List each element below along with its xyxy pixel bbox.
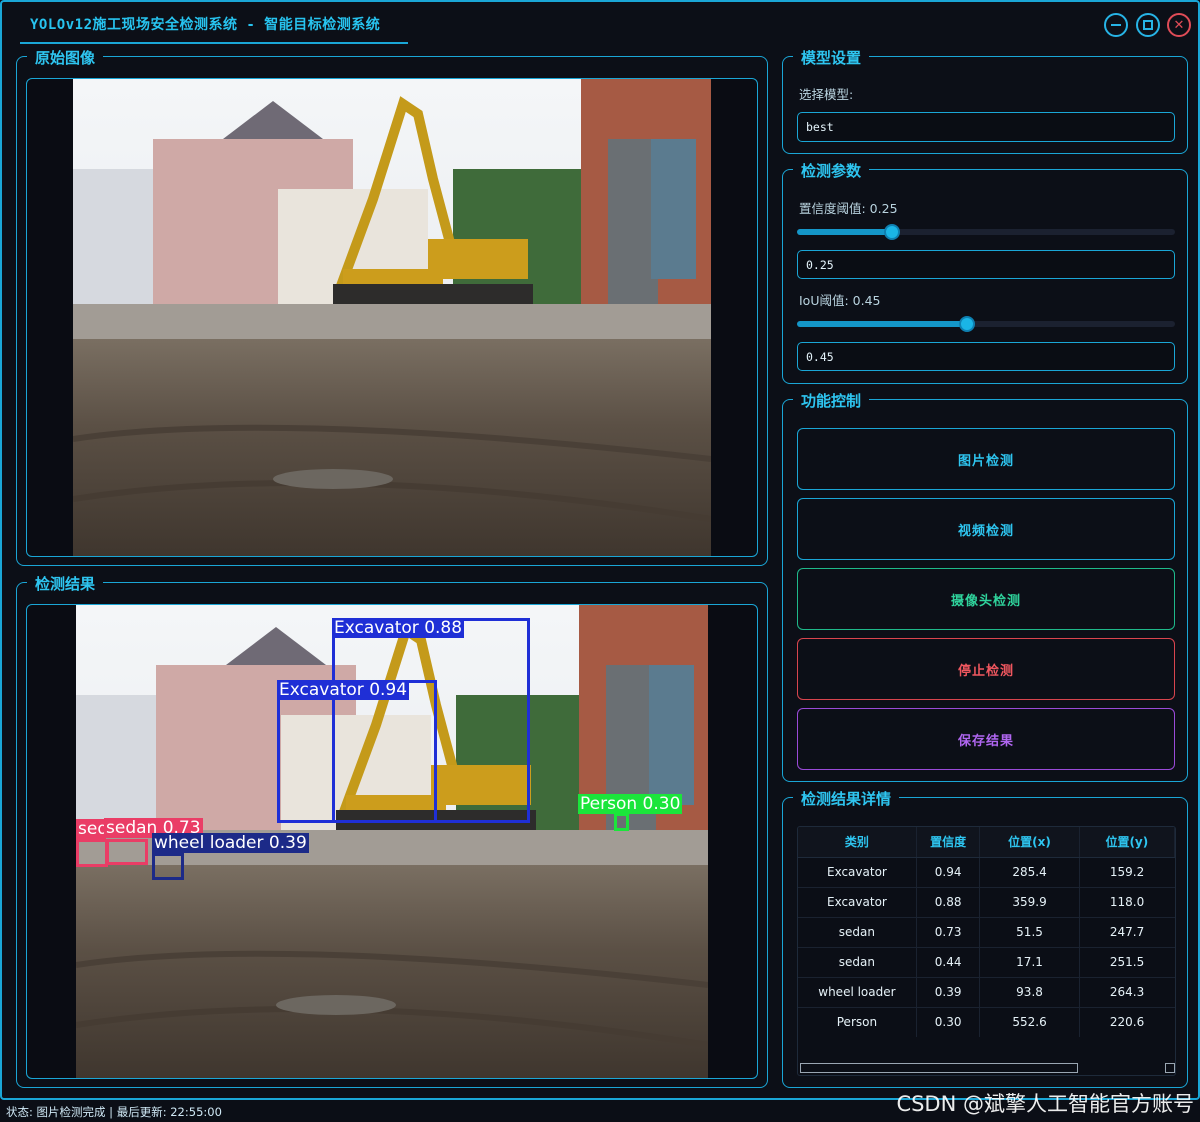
header-confidence[interactable]: 置信度 <box>916 827 981 858</box>
table-row[interactable]: Excavator 0.88 359.9 118.0 <box>798 886 1175 917</box>
cell-y: 118.0 <box>1079 886 1175 917</box>
cell-y: 247.7 <box>1079 916 1175 947</box>
detection-box-sedan-1 <box>106 839 148 865</box>
cell-x: 17.1 <box>979 946 1080 977</box>
minimize-icon <box>1111 24 1121 26</box>
cell-x: 285.4 <box>979 856 1080 887</box>
result-image-group: 检测结果 Excavator 0.88 Excavator 0.94 Perso… <box>16 573 768 1088</box>
cell-class: Excavator <box>798 856 917 887</box>
model-select-label: 选择模型: <box>799 87 854 102</box>
model-settings-group: 模型设置 选择模型: best <box>782 47 1188 154</box>
detection-label-sedan-2: sedan <box>76 819 106 839</box>
camera-detect-button[interactable]: 摄像头检测 <box>797 568 1175 630</box>
stop-detect-button[interactable]: 停止检测 <box>797 638 1175 700</box>
cell-x: 93.8 <box>979 976 1080 1007</box>
iou-slider-fill <box>797 321 967 327</box>
details-table-container: 类别 置信度 位置(x) 位置(y) Excavator 0.94 285.4 … <box>797 826 1176 1076</box>
cell-x: 359.9 <box>979 886 1080 917</box>
table-row[interactable]: sedan 0.73 51.5 247.7 <box>798 916 1175 947</box>
cell-confidence: 0.39 <box>916 976 981 1007</box>
model-settings-title: 模型设置 <box>793 47 870 68</box>
details-title: 检测结果详情 <box>793 788 900 809</box>
cell-class: Person <box>798 1006 917 1037</box>
model-select[interactable]: best <box>797 112 1175 142</box>
original-image-title: 原始图像 <box>27 47 104 68</box>
detection-box-wheel-loader <box>152 853 184 880</box>
scrollbar-corner <box>1165 1063 1175 1073</box>
cell-x: 552.6 <box>979 1006 1080 1037</box>
detection-params-group: 检测参数 置信度阈值: 0.25 0.25 IoU阈值: 0.45 0.45 <box>782 160 1188 384</box>
cell-class: wheel loader <box>798 976 917 1007</box>
confidence-slider-fill <box>797 229 892 235</box>
detection-label-person: Person 0.30 <box>578 794 683 814</box>
original-photo <box>73 79 711 556</box>
controls-title: 功能控制 <box>793 390 870 411</box>
detection-label-wheel-loader: wheel loader 0.39 <box>152 833 309 853</box>
result-image-title: 检测结果 <box>27 573 104 594</box>
window-title: YOLOv12施工现场安全检测系统 - 智能目标检测系统 <box>30 17 381 33</box>
title-bar: YOLOv12施工现场安全检测系统 - 智能目标检测系统 ✕ <box>2 2 1198 44</box>
controls-group: 功能控制 图片检测 视频检测 摄像头检测 停止检测 保存结果 <box>782 390 1188 782</box>
table-row[interactable]: Person 0.30 552.6 220.6 <box>798 1006 1175 1037</box>
table-row[interactable]: Excavator 0.94 285.4 159.2 <box>798 856 1175 887</box>
header-y[interactable]: 位置(y) <box>1079 827 1175 858</box>
video-detect-button[interactable]: 视频检测 <box>797 498 1175 560</box>
cell-y: 220.6 <box>1079 1006 1175 1037</box>
cell-y: 251.5 <box>1079 946 1175 977</box>
original-image-group: 原始图像 <box>16 47 768 566</box>
scrollbar-thumb[interactable] <box>800 1063 1078 1073</box>
iou-label: IoU阈值: 0.45 <box>799 293 881 308</box>
result-photo: Excavator 0.88 Excavator 0.94 Person 0.3… <box>76 605 708 1078</box>
cell-class: Excavator <box>798 886 917 917</box>
header-class[interactable]: 类别 <box>798 827 917 858</box>
confidence-input[interactable]: 0.25 <box>797 250 1175 279</box>
detection-box-excavator-2 <box>277 680 437 823</box>
cell-confidence: 0.88 <box>916 886 981 917</box>
detection-params-title: 检测参数 <box>793 160 870 181</box>
iou-slider-handle[interactable] <box>959 316 975 332</box>
close-button[interactable]: ✕ <box>1167 13 1191 37</box>
horizontal-scrollbar[interactable] <box>798 1061 1175 1075</box>
cell-confidence: 0.94 <box>916 856 981 887</box>
confidence-slider-handle[interactable] <box>884 224 900 240</box>
cell-class: sedan <box>798 916 917 947</box>
status-bar: 状态: 图片检测完成 | 最后更新: 22:55:00 <box>6 1105 222 1119</box>
original-image-frame <box>26 78 758 557</box>
result-image-frame: Excavator 0.88 Excavator 0.94 Person 0.3… <box>26 604 758 1079</box>
cell-confidence: 0.73 <box>916 916 981 947</box>
cell-x: 51.5 <box>979 916 1080 947</box>
iou-input[interactable]: 0.45 <box>797 342 1175 371</box>
cell-y: 264.3 <box>1079 976 1175 1007</box>
minimize-button[interactable] <box>1104 13 1128 37</box>
save-result-button[interactable]: 保存结果 <box>797 708 1175 770</box>
cell-y: 159.2 <box>1079 856 1175 887</box>
table-row[interactable]: sedan 0.44 17.1 251.5 <box>798 946 1175 977</box>
cell-class: sedan <box>798 946 917 977</box>
table-header-row: 类别 置信度 位置(x) 位置(y) <box>798 827 1175 858</box>
image-detect-button[interactable]: 图片检测 <box>797 428 1175 490</box>
detection-label-excavator-2: Excavator 0.94 <box>277 680 410 700</box>
construction-site-image <box>73 79 711 556</box>
watermark: CSDN @斌擎人工智能官方账号 <box>896 1092 1194 1116</box>
app-window: YOLOv12施工现场安全检测系统 - 智能目标检测系统 ✕ 原始图像 检测结果… <box>0 0 1200 1100</box>
close-icon: ✕ <box>1173 17 1185 33</box>
maximize-button[interactable] <box>1136 13 1160 37</box>
details-group: 检测结果详情 类别 置信度 位置(x) 位置(y) Excavator 0.94 <box>782 788 1188 1088</box>
detection-box-sedan-2 <box>76 839 108 867</box>
detection-label-excavator-1: Excavator 0.88 <box>332 618 465 638</box>
header-x[interactable]: 位置(x) <box>979 827 1080 858</box>
cell-confidence: 0.44 <box>916 946 981 977</box>
detection-box-person <box>614 813 629 831</box>
confidence-label: 置信度阈值: 0.25 <box>799 201 898 216</box>
table-row[interactable]: wheel loader 0.39 93.8 264.3 <box>798 976 1175 1007</box>
details-table: 类别 置信度 位置(x) 位置(y) Excavator 0.94 285.4 … <box>798 827 1175 1037</box>
maximize-icon <box>1143 20 1153 30</box>
cell-confidence: 0.30 <box>916 1006 981 1037</box>
